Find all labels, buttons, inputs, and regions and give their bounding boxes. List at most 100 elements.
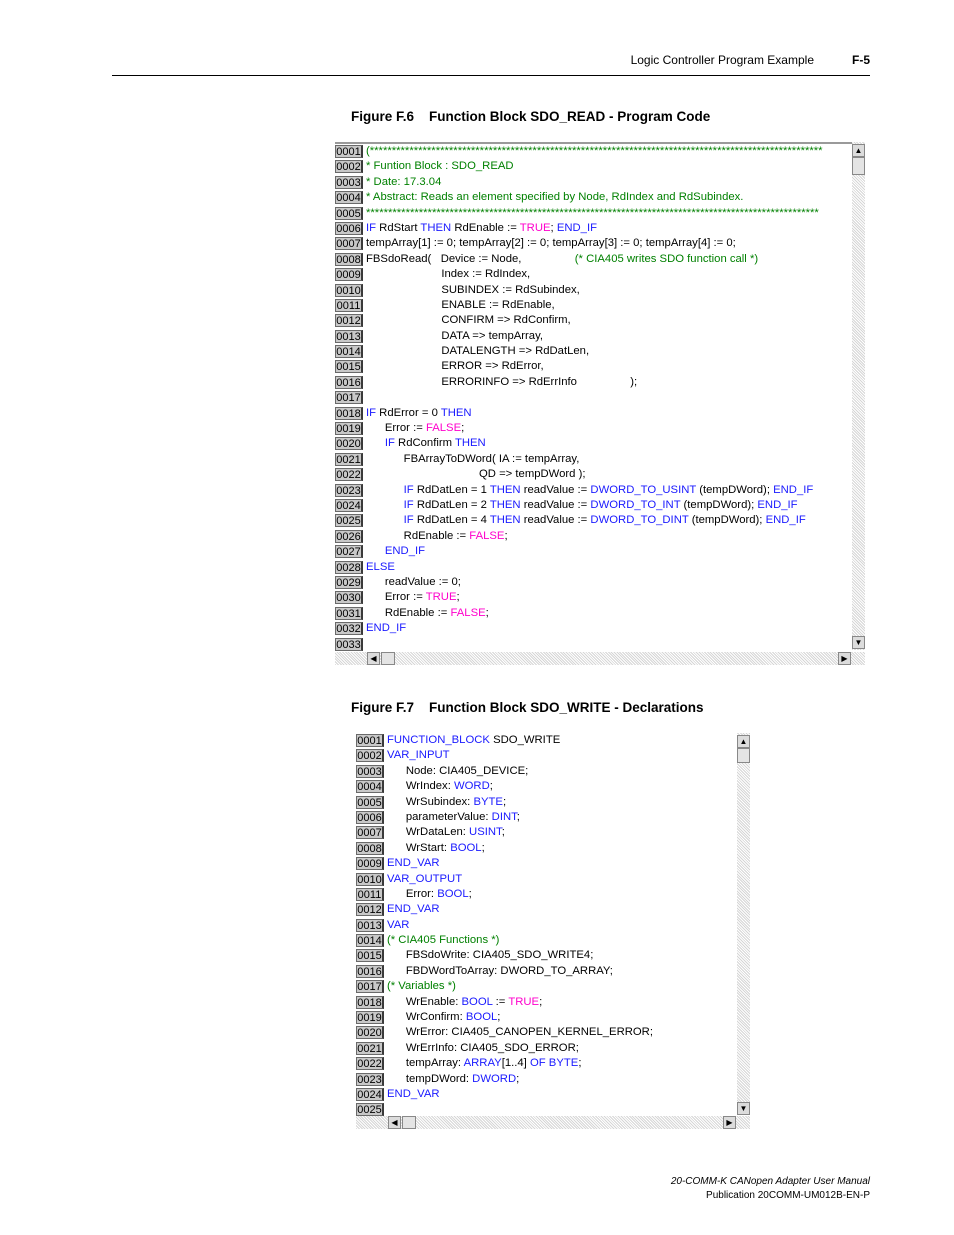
code-token: SDO_WRITE bbox=[489, 734, 561, 746]
scroll-down-icon[interactable]: ▼ bbox=[852, 636, 865, 649]
code-text: Error := FALSE; bbox=[366, 421, 464, 436]
code-token: := bbox=[492, 995, 509, 1008]
code-text: FBSdoWrite: CIA405_SDO_WRITE4; bbox=[387, 948, 594, 963]
literal-token: TRUE bbox=[425, 591, 457, 604]
code-text: ENABLE := RdEnable, bbox=[366, 298, 554, 313]
code-token: WrStart: bbox=[387, 841, 451, 854]
code-text: tempArray[1] := 0; tempArray[2] := 0; te… bbox=[366, 236, 736, 251]
keyword-token: ARRAY bbox=[463, 1057, 502, 1070]
scroll-left-icon[interactable]: ◀ bbox=[388, 1116, 401, 1129]
line-number: 0004 bbox=[356, 780, 384, 794]
scroll-left-icon[interactable]: ◀ bbox=[367, 652, 380, 665]
code-token: WrErrInfo: CIA405_SDO_ERROR; bbox=[387, 1041, 579, 1054]
keyword-token: END_IF bbox=[757, 498, 798, 511]
line-number: 0009 bbox=[335, 268, 363, 282]
line-number: 0022 bbox=[356, 1057, 384, 1071]
code-text: WrError: CIA405_CANOPEN_KERNEL_ERROR; bbox=[387, 1025, 653, 1040]
keyword-token: IF bbox=[384, 437, 395, 450]
code-text: DATALENGTH => RdDatLen, bbox=[366, 344, 589, 359]
code-text: * Abstract: Reads an element specified b… bbox=[366, 190, 743, 205]
code-token: RdError = 0 bbox=[376, 406, 441, 419]
keyword-token: END_IF bbox=[384, 545, 426, 558]
scroll-thumb[interactable] bbox=[381, 652, 395, 665]
keyword-token: BYTE bbox=[548, 1057, 579, 1070]
code-token: Node: CIA405_DEVICE; bbox=[387, 764, 529, 777]
code-token: Error := bbox=[366, 422, 426, 435]
scroll-thumb[interactable] bbox=[852, 157, 865, 175]
line-number: 0018 bbox=[356, 995, 384, 1009]
code-token: ; bbox=[504, 529, 508, 542]
line-number: 0025 bbox=[356, 1103, 384, 1117]
scroll-up-icon[interactable]: ▲ bbox=[852, 144, 865, 157]
scroll-thumb[interactable] bbox=[402, 1116, 416, 1129]
keyword-token: BOOL bbox=[437, 887, 469, 900]
keyword-token: THEN bbox=[489, 483, 521, 496]
figure-title: Function Block SDO_WRITE - Declarations bbox=[429, 700, 704, 715]
literal-token: FALSE bbox=[425, 422, 462, 435]
keyword-token: IF bbox=[403, 514, 414, 527]
code-token: Index := RdIndex, bbox=[366, 268, 531, 281]
code-text: END_IF bbox=[366, 621, 406, 636]
code-token: RdEnable := bbox=[366, 606, 451, 619]
code-token: RdStart bbox=[376, 221, 421, 234]
line-number: 0015 bbox=[335, 360, 363, 374]
line-number: 0019 bbox=[356, 1011, 384, 1025]
line-number: 0030 bbox=[335, 591, 363, 605]
code-token: SUBINDEX := RdSubindex, bbox=[366, 283, 580, 296]
code-text: (***************************************… bbox=[366, 144, 823, 159]
scroll-thumb[interactable] bbox=[737, 748, 750, 763]
horizontal-scrollbar[interactable]: ◀ ▶ bbox=[335, 652, 865, 665]
page-number: F-5 bbox=[852, 53, 870, 67]
scroll-down-icon[interactable]: ▼ bbox=[737, 1102, 750, 1115]
figure-caption: Figure F.7 Function Block SDO_WRITE - Dec… bbox=[351, 700, 704, 715]
keyword-token: THEN bbox=[489, 498, 521, 511]
code-token: (tempDWord); bbox=[696, 483, 774, 496]
scroll-right-icon[interactable]: ▶ bbox=[838, 652, 851, 665]
comment-token: (* CIA405 Functions *) bbox=[387, 934, 500, 947]
horizontal-scrollbar[interactable]: ◀ ▶ bbox=[356, 1116, 750, 1129]
code-token: RdConfirm bbox=[394, 437, 455, 450]
vertical-scrollbar[interactable]: ▲ ▼ bbox=[852, 142, 865, 650]
code-token: RdDatLen = 1 bbox=[413, 483, 490, 496]
code-token: CONFIRM => RdConfirm, bbox=[366, 314, 571, 327]
code-token: Error := bbox=[366, 591, 426, 604]
code-text: ELSE bbox=[366, 560, 395, 575]
code-text: END_VAR bbox=[387, 902, 440, 917]
figure-number: Figure F.7 bbox=[351, 700, 415, 715]
code-token: readValue := 0; bbox=[366, 575, 461, 588]
code-text: WrIndex: WORD; bbox=[387, 779, 493, 794]
code-token: WrEnable: bbox=[387, 995, 462, 1008]
code-token: FBSdoRead( Device := Node, bbox=[366, 252, 575, 265]
line-number: 0017 bbox=[335, 391, 363, 405]
scroll-up-icon[interactable]: ▲ bbox=[737, 735, 750, 748]
code-token: ; bbox=[468, 887, 472, 900]
code-token: FBSdoWrite: CIA405_SDO_WRITE4; bbox=[387, 949, 594, 962]
scroll-right-icon[interactable]: ▶ bbox=[723, 1116, 736, 1129]
code-text: WrErrInfo: CIA405_SDO_ERROR; bbox=[387, 1041, 579, 1056]
line-number: 0021 bbox=[356, 1041, 384, 1055]
code-token: tempDWord: bbox=[387, 1072, 473, 1085]
comment-token: (* Variables *) bbox=[387, 980, 456, 993]
line-number: 0006 bbox=[356, 810, 384, 824]
code-token: readValue := bbox=[520, 498, 591, 511]
keyword-token: USINT bbox=[469, 826, 502, 839]
keyword-token: END_IF bbox=[366, 622, 407, 635]
code-text: END_VAR bbox=[387, 1087, 440, 1102]
code-token: ERROR => RdError, bbox=[366, 360, 544, 373]
vertical-scrollbar[interactable]: ▲ ▼ bbox=[737, 733, 750, 1115]
line-number: 0021 bbox=[335, 452, 363, 466]
comment-token: * Abstract: Reads an element specified b… bbox=[366, 191, 744, 204]
line-number: 0025 bbox=[335, 514, 363, 528]
header-rule bbox=[112, 75, 870, 76]
line-number: 0015 bbox=[356, 949, 384, 963]
line-number: 0031 bbox=[335, 606, 363, 620]
code-text: SUBINDEX := RdSubindex, bbox=[366, 283, 580, 298]
code-token: RdEnable := bbox=[366, 529, 470, 542]
running-header-title: Logic Controller Program Example bbox=[630, 53, 814, 67]
code-text: IF RdDatLen = 1 THEN readValue := DWORD_… bbox=[366, 483, 814, 498]
line-number: 0022 bbox=[335, 468, 363, 482]
keyword-token: OF bbox=[529, 1057, 546, 1070]
code-text: VAR bbox=[387, 918, 409, 933]
code-token: WrError: CIA405_CANOPEN_KERNEL_ERROR; bbox=[387, 1026, 653, 1039]
